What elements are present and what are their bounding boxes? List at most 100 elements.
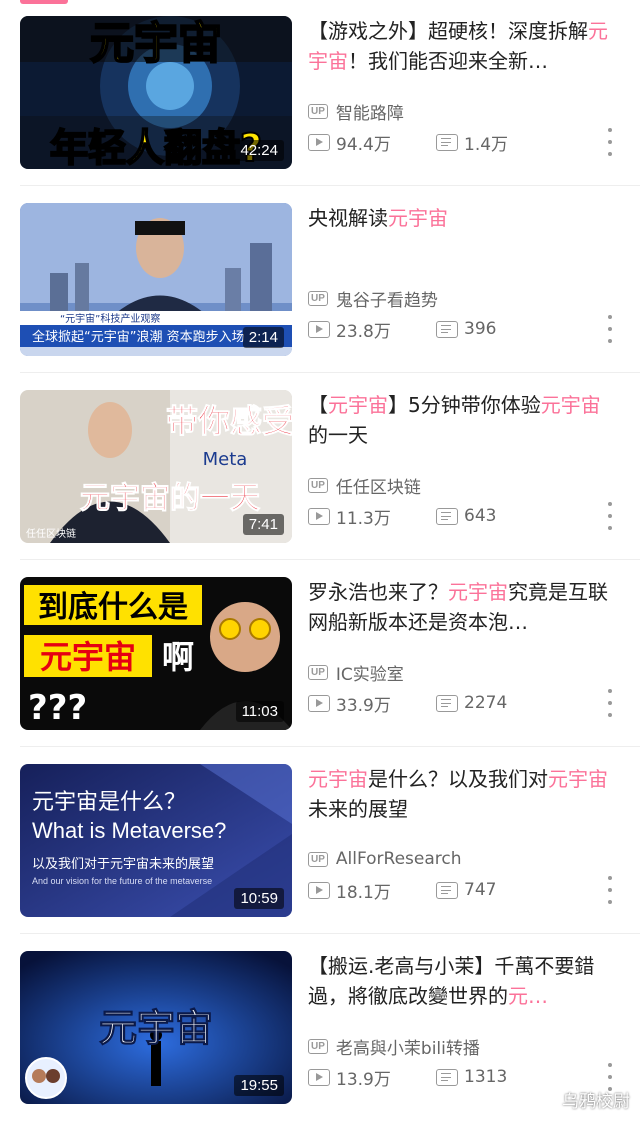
video-thumbnail[interactable]: “元宇宙”科技产业观察 全球掀起“元宇宙”浪潮 资本跑步入场 2:14 (20, 203, 292, 356)
view-count: 94.4万 (336, 134, 391, 155)
title-keyword-highlight: 元… (508, 984, 548, 1008)
thumb-text: 元宇宙是什么？ (32, 790, 186, 815)
more-options-icon[interactable] (604, 689, 616, 717)
title-keyword-highlight: 元宇宙 (448, 580, 508, 604)
thumb-text: 全球掀起“元宇宙”浪潮 资本跑步入场 (32, 329, 245, 345)
video-duration: 10:59 (234, 888, 284, 909)
danmaku-icon (436, 1068, 458, 1086)
view-count: 18.1万 (336, 882, 391, 903)
stats-row: 94.4万 1.4万 (308, 129, 508, 155)
thumb-text: 任任区块链 (26, 527, 76, 540)
title-keyword-highlight: 元宇宙 (328, 393, 388, 417)
video-title[interactable]: 元宇宙是什么？以及我们对元宇宙未来的展望 (308, 764, 614, 824)
thumb-text: ??? (28, 688, 87, 728)
watermark: 乌鸦校尉 (562, 1092, 630, 1112)
video-card[interactable]: 元宇宙 19:55 【搬运.老高与小茉】千萬不要錯過，將徹底改變世界的元… UP… (0, 935, 640, 1121)
uploader-row[interactable]: UP 鬼谷子看趋势 (308, 285, 438, 311)
danmaku-icon (436, 133, 458, 151)
title-text: 罗永浩也来了？ (308, 580, 448, 604)
thumb-text: 到底什么是 (38, 590, 188, 625)
thumb-text: 元宇宙 (90, 18, 222, 69)
uploader-row[interactable]: UP 老高與小茉bili转播 (308, 1033, 480, 1059)
thumb-text: 以及我们对于元宇宙未来的展望 (32, 856, 214, 872)
video-title[interactable]: 央视解读元宇宙 (308, 203, 614, 263)
uploader-row[interactable]: UP 智能路障 (308, 98, 404, 124)
thumb-text: 带你感受 (166, 402, 292, 440)
play-count-icon (308, 133, 330, 151)
video-card[interactable]: “元宇宙”科技产业观察 全球掀起“元宇宙”浪潮 资本跑步入场 2:14 央视解读… (0, 187, 640, 373)
stats-row: 23.8万 396 (308, 316, 496, 342)
title-keyword-highlight: 元宇宙 (548, 767, 608, 791)
uploader-row[interactable]: UP 任任区块链 (308, 472, 421, 498)
view-count: 23.8万 (336, 321, 391, 342)
danmaku-count: 1.4万 (464, 134, 509, 155)
play-count-icon (308, 1068, 330, 1086)
up-icon: UP (308, 290, 328, 306)
thumb-text: 元宇宙 (40, 638, 136, 676)
view-count: 13.9万 (336, 1069, 391, 1090)
play-count-icon (308, 507, 330, 525)
title-keyword-highlight: 元宇宙 (540, 393, 601, 417)
danmaku-icon (436, 507, 458, 525)
video-duration: 11:03 (235, 701, 284, 722)
stats-row: 11.3万 643 (308, 503, 496, 529)
title-text: 央视解读 (308, 206, 388, 230)
danmaku-count: 1313 (464, 1067, 508, 1087)
video-card[interactable]: 元宇宙是什么？ What is Metaverse? 以及我们对于元宇宙未来的展… (0, 748, 640, 934)
video-duration: 19:55 (234, 1075, 284, 1096)
more-options-icon[interactable] (604, 502, 616, 530)
uploader-row[interactable]: UP IC实验室 (308, 659, 404, 685)
more-options-icon[interactable] (604, 876, 616, 904)
video-card[interactable]: 带你感受 Meta 元宇宙的一天 任任区块链 7:41 【元宇宙】5分钟带你体验… (0, 374, 640, 560)
uploader-name: AllForResearch (335, 849, 462, 869)
thumb-text: 元宇宙 (99, 1006, 213, 1050)
video-card[interactable]: 元宇宙 年轻人翻盘? 42:24 【游戏之外】超硬核！深度拆解元宇宙！我们能否迎… (0, 0, 640, 186)
danmaku-count: 643 (464, 506, 497, 526)
stats-row: 13.9万 1313 (308, 1064, 507, 1090)
play-count-icon (308, 320, 330, 338)
up-icon: UP (308, 664, 328, 680)
thumb-text: And our vision for the future of the met… (32, 876, 212, 886)
more-options-icon[interactable] (604, 128, 616, 156)
thumb-text: What is Metaverse? (32, 818, 226, 843)
title-text: ！我们能否迎来全新… (348, 49, 548, 73)
view-count: 33.9万 (336, 695, 391, 716)
title-text: 【 (308, 393, 328, 417)
play-count-icon (308, 694, 330, 712)
video-title[interactable]: 【元宇宙】5分钟带你体验元宇宙的一天 (308, 390, 614, 450)
video-title[interactable]: 【游戏之外】超硬核！深度拆解元宇宙！我们能否迎来全新… (308, 16, 614, 76)
danmaku-icon (436, 694, 458, 712)
video-title[interactable]: 【搬运.老高与小茉】千萬不要錯過，將徹底改變世界的元… (308, 951, 614, 1011)
stats-row: 33.9万 2274 (308, 690, 507, 716)
video-thumbnail[interactable]: 元宇宙是什么？ What is Metaverse? 以及我们对于元宇宙未来的展… (20, 764, 292, 917)
play-count-icon (308, 881, 330, 899)
danmaku-count: 396 (464, 319, 497, 339)
uploader-name: 老高與小茉bili转播 (335, 1038, 480, 1059)
danmaku-count: 747 (464, 880, 497, 900)
danmaku-count: 2274 (464, 693, 508, 713)
danmaku-icon (436, 320, 458, 338)
title-text: 【搬运.老高与小茉】千萬不要錯過，將徹底改變世界的 (308, 954, 595, 1008)
video-thumbnail[interactable]: 到底什么是 元宇宙 啊 ??? 11:03 (20, 577, 292, 730)
video-thumbnail[interactable]: 元宇宙 年轻人翻盘? 42:24 (20, 16, 292, 169)
video-thumbnail[interactable]: 元宇宙 19:55 (20, 951, 292, 1104)
divider (20, 933, 640, 934)
video-duration: 2:14 (242, 327, 284, 348)
up-icon: UP (308, 851, 328, 867)
thumb-text: “元宇宙”科技产业观察 (60, 312, 160, 325)
more-options-icon[interactable] (604, 315, 616, 343)
title-text: 【游戏之外】超硬核！深度拆解 (308, 19, 588, 43)
uploader-name: 任任区块链 (335, 477, 421, 498)
thumb-text: 元宇宙的一天 (80, 481, 260, 516)
video-thumbnail[interactable]: 带你感受 Meta 元宇宙的一天 任任区块链 7:41 (20, 390, 292, 543)
up-icon: UP (308, 1038, 328, 1054)
video-card[interactable]: 到底什么是 元宇宙 啊 ??? 11:03 罗永浩也来了？元宇宙究竟是互联网船新… (0, 561, 640, 747)
view-count: 11.3万 (336, 508, 391, 529)
thumb-text: Meta (203, 449, 248, 470)
video-duration: 42:24 (234, 140, 284, 161)
uploader-row[interactable]: UP AllForResearch (308, 846, 462, 872)
video-title[interactable]: 罗永浩也来了？元宇宙究竟是互联网船新版本还是资本泡… (308, 577, 614, 637)
divider (20, 746, 640, 747)
divider (20, 372, 640, 373)
uploader-name: 智能路障 (335, 103, 404, 124)
